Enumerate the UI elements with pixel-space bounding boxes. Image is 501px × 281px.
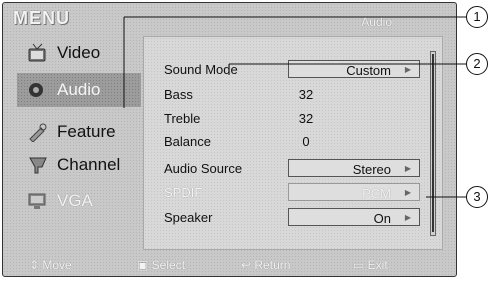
callout-1: 1	[466, 6, 488, 28]
callout-2: 2	[466, 53, 488, 75]
callout-leader-lines	[123, 16, 466, 198]
callout-3: 3	[466, 186, 488, 208]
